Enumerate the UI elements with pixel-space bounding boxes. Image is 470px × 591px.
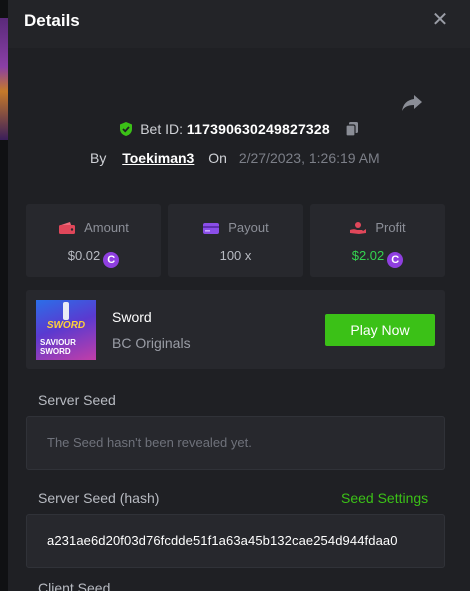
server-seed-hash-label: Server Seed (hash) [38,490,160,506]
seed-settings-link[interactable]: Seed Settings [341,490,428,506]
modal-title: Details [24,11,80,30]
payout-value: 100 x [219,248,252,263]
currency-coin-icon: C [103,252,120,268]
background-game-art [0,18,8,140]
amount-value: $0.02 [67,248,101,263]
bet-author-row: By Toekiman3 On 2/27/2023, 1:26:19 AM [90,150,380,166]
server-seed-field: The Seed hasn't been revealed yet. [26,416,445,470]
game-card: SWORD SAVIOUR SWORD Sword BC Originals P… [26,290,445,369]
game-provider: BC Originals [112,335,191,351]
bet-id-row: Bet ID: 117390630249827328 [8,121,470,143]
modal-header: Details ✕ [8,0,470,48]
card-icon [203,223,220,234]
server-seed-hash-value: a231ae6d20f03d76fcdde51f1a63a45b132cae25… [47,533,398,548]
share-icon[interactable] [400,90,424,114]
profit-card: Profit $2.02 C [310,204,445,277]
amount-card: Amount $0.02 C [26,204,161,277]
verified-shield-icon [120,122,133,136]
amount-label: Amount [84,220,129,235]
currency-coin-icon: C [387,252,404,268]
payout-label: Payout [228,220,269,235]
bet-id-value: 117390630249827328 [186,121,330,137]
server-seed-hash-field[interactable]: a231ae6d20f03d76fcdde51f1a63a45b132cae25… [26,514,445,568]
server-seed-message: The Seed hasn't been revealed yet. [47,435,252,450]
copy-icon[interactable] [344,121,360,137]
wallet-icon [59,222,76,234]
profit-value: $2.02 [351,248,385,263]
payout-card: Payout 100 x [168,204,303,277]
game-thumbnail[interactable]: SWORD SAVIOUR SWORD [36,300,96,360]
thumbnail-title: SWORD [46,320,86,331]
hand-coin-icon [350,222,367,234]
bet-datetime: 2/27/2023, 1:26:19 AM [238,150,380,166]
close-icon[interactable]: ✕ [428,8,452,32]
sword-art [63,302,69,320]
profit-label: Profit [375,220,406,235]
player-link[interactable]: Toekiman3 [122,150,194,166]
play-now-button[interactable]: Play Now [325,314,435,346]
on-label: On [208,150,227,166]
by-label: By [90,150,107,166]
client-seed-label: Client Seed [38,580,111,591]
details-modal: Details ✕ Bet ID: 117390630249827328 By … [8,0,470,591]
server-seed-label: Server Seed [38,392,116,408]
bet-id-label: Bet ID: [140,121,184,137]
game-name: Sword [112,309,152,325]
thumbnail-subtitle: SAVIOUR SWORD [40,338,76,356]
